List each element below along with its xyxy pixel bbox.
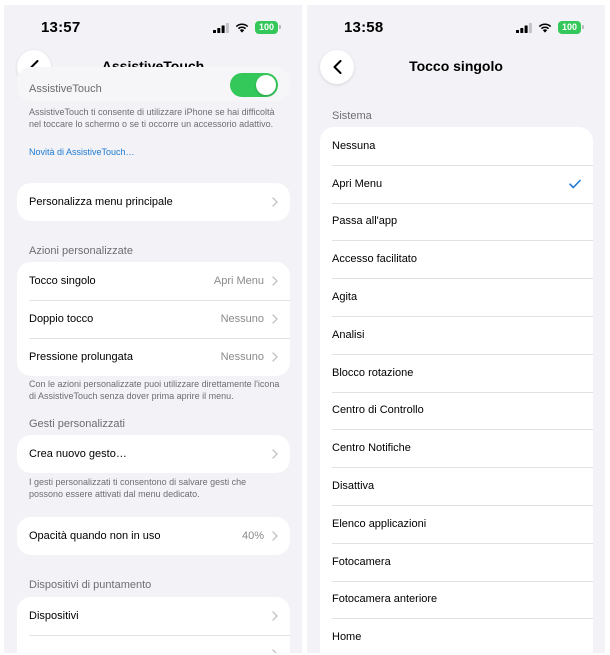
devices-label: Dispositivi	[29, 610, 79, 622]
custom-actions-footer: Con le azioni personalizzate puoi utiliz…	[29, 379, 280, 401]
assistivetouch-description: AssistiveTouch ti consente di utilizzare…	[29, 107, 275, 129]
action-option-label: Analisi	[332, 328, 365, 341]
next-row-partial[interactable]	[17, 635, 290, 653]
opacity-card: Opacità quando non in uso 40%	[17, 517, 290, 555]
pointing-devices-header: Dispositivi di puntamento	[29, 579, 152, 591]
status-icons: 100	[515, 21, 585, 34]
long-press-label: Pressione prolungata	[29, 351, 133, 363]
action-option-row[interactable]: Apri Menu	[320, 164, 593, 203]
long-press-value: Nessuno	[220, 351, 264, 363]
action-option-row[interactable]: Analisi	[320, 315, 593, 354]
action-option-label: Passa all'app	[332, 215, 398, 228]
status-time: 13:57	[41, 19, 81, 36]
chevron-right-icon	[272, 649, 277, 653]
action-option-row[interactable]: Agita	[320, 278, 593, 316]
chevron-right-icon	[272, 449, 278, 459]
battery-icon: 100	[254, 21, 282, 34]
action-option-label: Agita	[332, 291, 358, 304]
assistivetouch-toggle[interactable]	[230, 73, 278, 97]
main-menu-card: Personalizza menu principale	[17, 183, 290, 221]
action-option-label: Fotocamera anteriore	[332, 593, 438, 606]
system-section-header: Sistema	[332, 110, 372, 122]
custom-gestures-card: Crea nuovo gesto…	[17, 435, 290, 473]
idle-opacity-row[interactable]: Opacità quando non in uso 40%	[17, 517, 290, 555]
idle-opacity-label: Opacità quando non in uso	[29, 530, 161, 542]
status-icons: 100	[212, 21, 282, 34]
navigation-bar: Tocco singolo	[307, 50, 605, 94]
action-option-row[interactable]: Centro Notifiche	[320, 429, 593, 467]
customize-main-menu-row[interactable]: Personalizza menu principale	[17, 183, 290, 221]
chevron-right-icon	[272, 531, 278, 541]
chevron-right-icon	[272, 276, 278, 286]
action-option-label: Disattiva	[332, 480, 375, 493]
single-tap-row[interactable]: Tocco singolo Apri Menu	[17, 262, 290, 300]
custom-gestures-footer: I gesti personalizzati ti consentono di …	[29, 477, 247, 499]
action-option-label: Nessuna	[332, 139, 376, 152]
action-option-row[interactable]: Elenco applicazioni	[320, 504, 593, 543]
single-tap-label: Tocco singolo	[29, 275, 96, 287]
action-option-row[interactable]: Home	[320, 618, 593, 653]
phone-screen-single-tap: 13:58 100 Tocco singolo Sistema Nessuna A…	[307, 5, 605, 653]
pointing-devices-card: Dispositivi	[17, 597, 290, 653]
create-gesture-label: Crea nuovo gesto…	[29, 448, 127, 460]
action-option-row[interactable]: Centro di Controllo	[320, 391, 593, 430]
single-tap-value: Apri Menu	[213, 275, 264, 287]
action-option-label: Blocco rotazione	[332, 366, 414, 379]
whats-new-link[interactable]: Novità di AssistiveTouch…	[29, 147, 135, 157]
assistivetouch-toggle-card: AssistiveTouch	[17, 67, 290, 101]
battery-icon: 100	[557, 21, 585, 34]
wifi-icon	[235, 22, 249, 33]
custom-gestures-header: Gesti personalizzati	[29, 418, 125, 430]
chevron-right-icon	[272, 314, 278, 324]
devices-row[interactable]: Dispositivi	[17, 597, 290, 635]
action-option-label: Home	[332, 631, 362, 644]
action-option-row[interactable]: Fotocamera anteriore	[320, 580, 593, 619]
action-option-row[interactable]: Disattiva	[320, 467, 593, 505]
double-tap-value: Nessuno	[220, 313, 264, 325]
long-press-row[interactable]: Pressione prolungata Nessuno	[17, 338, 290, 376]
double-tap-label: Doppio tocco	[29, 313, 94, 325]
action-option-label: Elenco applicazioni	[332, 517, 427, 530]
action-option-label: Centro di Controllo	[332, 404, 424, 417]
status-bar: 13:57 100	[4, 5, 302, 49]
action-option-row[interactable]: Blocco rotazione	[320, 353, 593, 392]
wifi-icon	[538, 22, 552, 33]
toggle-knob	[256, 75, 276, 95]
double-tap-row[interactable]: Doppio tocco Nessuno	[17, 300, 290, 338]
checkmark-icon	[569, 179, 581, 188]
assistivetouch-toggle-label: AssistiveTouch	[29, 83, 102, 95]
create-gesture-row[interactable]: Crea nuovo gesto…	[17, 435, 290, 473]
action-option-row[interactable]: Nessuna	[320, 127, 593, 165]
chevron-right-icon	[272, 352, 278, 362]
customize-main-menu-label: Personalizza menu principale	[29, 196, 173, 208]
phone-screen-assistivetouch: 13:57 100 AssistiveTouch AssistiveTouch …	[4, 5, 302, 653]
idle-opacity-value: 40%	[241, 530, 264, 542]
status-time: 13:58	[344, 19, 384, 36]
status-bar: 13:58 100	[307, 5, 605, 49]
action-option-label: Accesso facilitato	[332, 253, 417, 266]
chevron-right-icon	[272, 197, 278, 207]
cellular-signal-icon	[212, 22, 229, 33]
page-title: Tocco singolo	[409, 58, 503, 74]
action-option-row[interactable]: Accesso facilitato	[320, 240, 593, 278]
action-option-row[interactable]: Passa all'app	[320, 202, 593, 241]
action-option-label: Centro Notifiche	[332, 442, 411, 455]
action-option-row[interactable]: Fotocamera	[320, 542, 593, 581]
action-option-label: Fotocamera	[332, 555, 391, 568]
assistivetouch-toggle-row: AssistiveTouch	[17, 67, 290, 101]
chevron-right-icon	[272, 611, 278, 621]
action-list-card: Nessuna Apri Menu Passa all'app Accesso fac…	[320, 127, 593, 653]
custom-actions-card: Tocco singolo Apri Menu Doppio tocco Nes…	[17, 262, 290, 376]
action-option-label: Apri Menu	[332, 177, 383, 190]
cellular-signal-icon	[515, 22, 532, 33]
custom-actions-header: Azioni personalizzate	[29, 245, 133, 257]
